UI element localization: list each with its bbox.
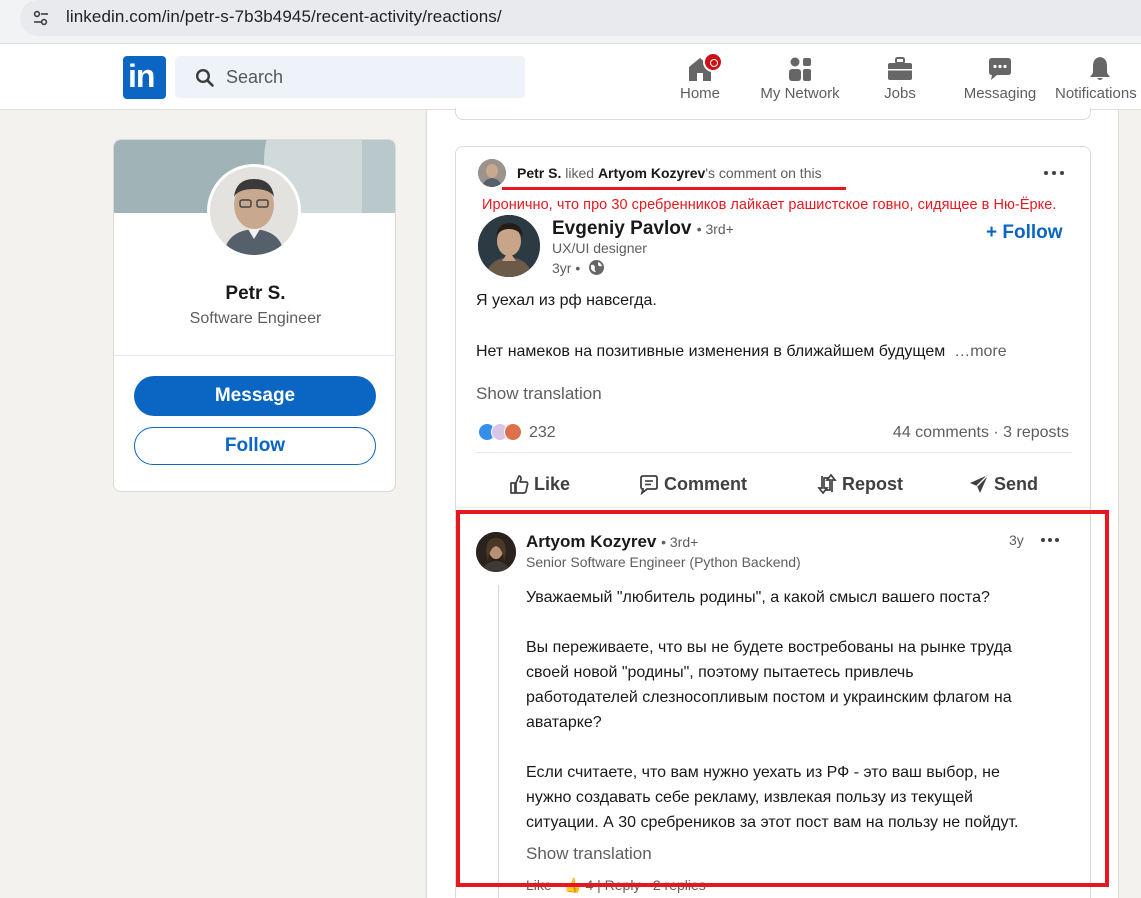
like-label: Like: [534, 474, 571, 494]
comments-reposts-count[interactable]: 44 comments · 3 reposts: [893, 424, 1069, 442]
reaction-count[interactable]: 232: [529, 424, 556, 442]
card-divider: [114, 355, 395, 356]
logo-text: in: [128, 58, 155, 94]
post-more-options-icon[interactable]: [1044, 168, 1068, 178]
send-icon: [970, 474, 989, 493]
nav-messaging[interactable]: Messaging: [960, 52, 1040, 108]
profile-headline: Software Engineer: [189, 310, 322, 327]
post-author-headline: UX/UI designer: [552, 240, 647, 256]
activity-header: Petr S. liked Artyom Kozyrev's comment o…: [517, 165, 822, 181]
activity-actor-avatar[interactable]: [478, 159, 506, 187]
activity-rest: 's comment on this: [705, 165, 822, 181]
activity-target[interactable]: Artyom Kozyrev: [598, 165, 705, 181]
actions-divider: [456, 507, 1090, 508]
search-input[interactable]: Search: [175, 56, 525, 98]
activity-verb: liked: [561, 165, 598, 181]
url-text[interactable]: linkedin.com/in/petr-s-7b3b4945/recent-a…: [66, 7, 502, 27]
post-text-line-1: Я уехал из рф навсегда.: [476, 292, 657, 309]
comment-icon: [640, 475, 658, 495]
profile-card: Petr S. Software Engineer Message Follow: [113, 139, 396, 492]
nav-label-my-network: My Network: [760, 85, 840, 102]
post-show-translation[interactable]: Show translation: [476, 384, 602, 404]
previous-post-card: [455, 108, 1091, 120]
author-photo: [478, 215, 540, 277]
search-placeholder: Search: [226, 67, 284, 87]
messaging-icon: [989, 58, 1011, 80]
top-nav: in Search Home My Network Jobs Messaging…: [0, 44, 1141, 110]
love-reaction-icon: [504, 423, 522, 441]
nav-jobs[interactable]: Jobs: [870, 52, 930, 108]
bell-icon: [1090, 57, 1110, 80]
comment-button[interactable]: Comment: [638, 472, 748, 496]
activity-actor[interactable]: Petr S.: [517, 165, 561, 181]
briefcase-icon: [888, 57, 912, 80]
comment-label: Comment: [664, 474, 748, 494]
address-bar[interactable]: linkedin.com/in/petr-s-7b3b4945/recent-a…: [20, 0, 1141, 36]
search-icon: [195, 68, 214, 87]
post-time: 3yr •: [552, 260, 581, 276]
post-author-avatar[interactable]: [478, 215, 540, 277]
profile-photo: [210, 167, 298, 255]
follow-button[interactable]: Follow: [134, 427, 376, 465]
globe-icon: [589, 260, 604, 275]
nav-label-messaging: Messaging: [963, 85, 1037, 102]
nav-my-network[interactable]: My Network: [755, 52, 845, 108]
nav-label-home: Home: [679, 85, 720, 102]
notification-badge: [702, 52, 723, 72]
red-annotation: Иронично, что про 30 сребренников лайкае…: [482, 197, 1057, 213]
thumbs-up-icon: [510, 475, 529, 494]
message-button[interactable]: Message: [134, 376, 376, 416]
nav-home[interactable]: Home: [668, 52, 732, 108]
post-author-name[interactable]: Evgeniy Pavlov • 3rd+: [552, 218, 734, 240]
actor-photo: [478, 159, 506, 187]
browser-bar: linkedin.com/in/petr-s-7b3b4945/recent-a…: [0, 0, 1141, 44]
nav-notifications[interactable]: Notifications: [1055, 52, 1141, 108]
nav-label-jobs: Jobs: [884, 85, 916, 102]
post-author-degree: • 3rd+: [696, 221, 734, 237]
network-icon: [789, 57, 811, 81]
repost-label: Repost: [842, 474, 904, 494]
like-button[interactable]: Like: [508, 472, 588, 496]
post-follow-button[interactable]: + Follow: [986, 222, 1063, 244]
post-text-line-2-text: Нет намеков на позитивные изменения в бл…: [476, 343, 946, 360]
red-highlight-box: [456, 510, 1109, 887]
send-label: Send: [994, 474, 1039, 494]
profile-name[interactable]: Petr S.: [114, 283, 395, 305]
highlight-underline: [502, 187, 846, 190]
see-more-link[interactable]: …more: [954, 343, 1006, 360]
repost-icon: [817, 473, 837, 495]
repost-button[interactable]: Repost: [816, 472, 906, 496]
send-button[interactable]: Send: [968, 472, 1048, 496]
nav-label-notifications: Notifications: [1055, 85, 1137, 102]
post-text-line-2: Нет намеков на позитивные изменения в бл…: [476, 343, 1007, 361]
profile-avatar[interactable]: [207, 164, 301, 258]
site-settings-icon[interactable]: [32, 9, 50, 27]
social-divider: [476, 452, 1072, 453]
linkedin-logo[interactable]: in: [123, 56, 166, 99]
post-author-name-text[interactable]: Evgeniy Pavlov: [552, 218, 691, 239]
